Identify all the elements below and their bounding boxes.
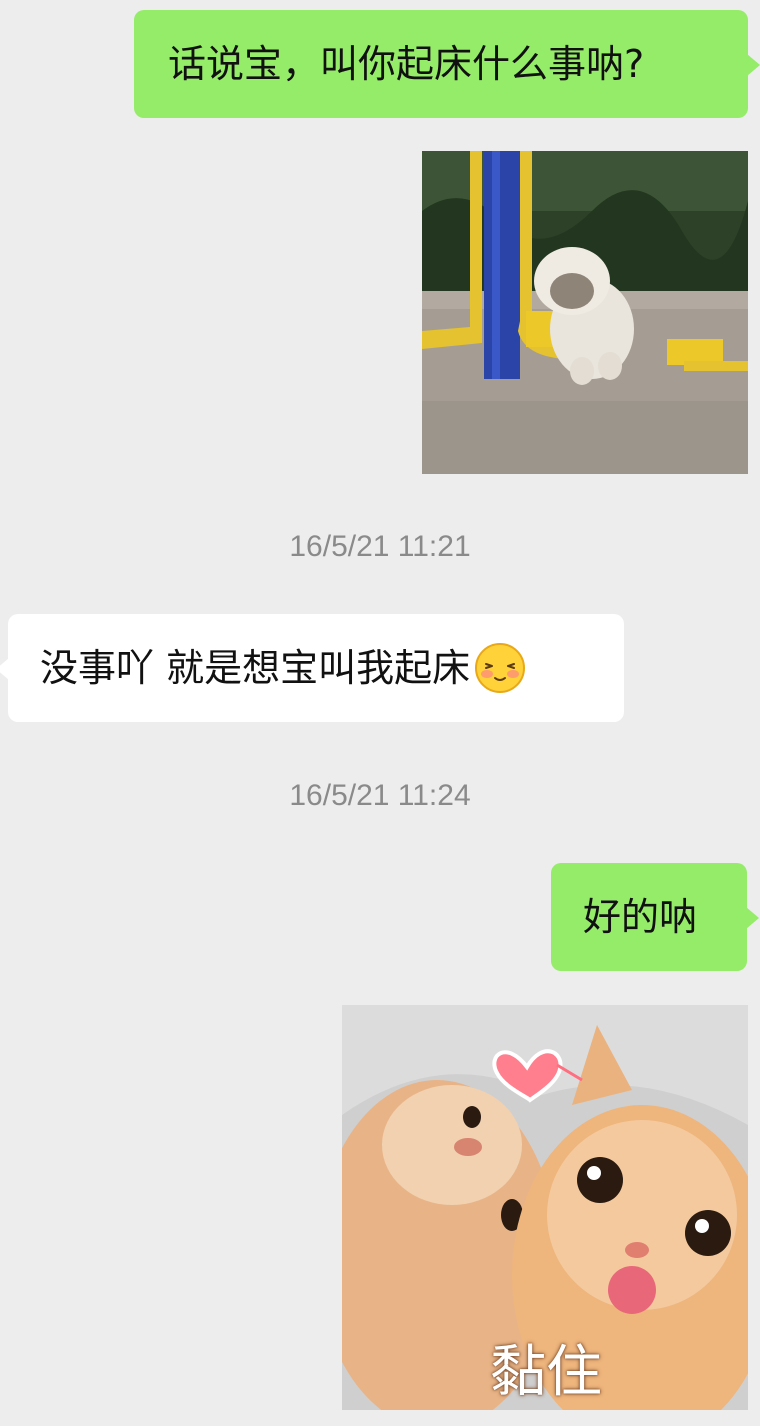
puppy-image[interactable] bbox=[422, 151, 748, 474]
cats-sticker[interactable]: 黏住 bbox=[342, 1005, 748, 1410]
outgoing-message-bubble[interactable]: 话说宝，叫你起床什么事呐? bbox=[134, 10, 760, 118]
message-text: 没事吖 就是想宝叫我起床 bbox=[40, 646, 471, 690]
outgoing-message-bubble[interactable]: 好的呐 bbox=[551, 863, 759, 971]
incoming-message-bubble[interactable]: 没事吖 就是想宝叫我起床 bbox=[0, 614, 624, 722]
message-text: 话说宝，叫你起床什么事呐? bbox=[168, 42, 645, 86]
message-text: 好的呐 bbox=[583, 895, 698, 939]
message-timestamp: 16/5/21 11:21 bbox=[289, 530, 471, 563]
blush-emoji-icon bbox=[474, 642, 526, 694]
sticker-caption: 黏住 bbox=[490, 1340, 602, 1405]
message-timestamp: 16/5/21 11:24 bbox=[289, 779, 471, 812]
puppy-image-graphic bbox=[422, 151, 748, 474]
